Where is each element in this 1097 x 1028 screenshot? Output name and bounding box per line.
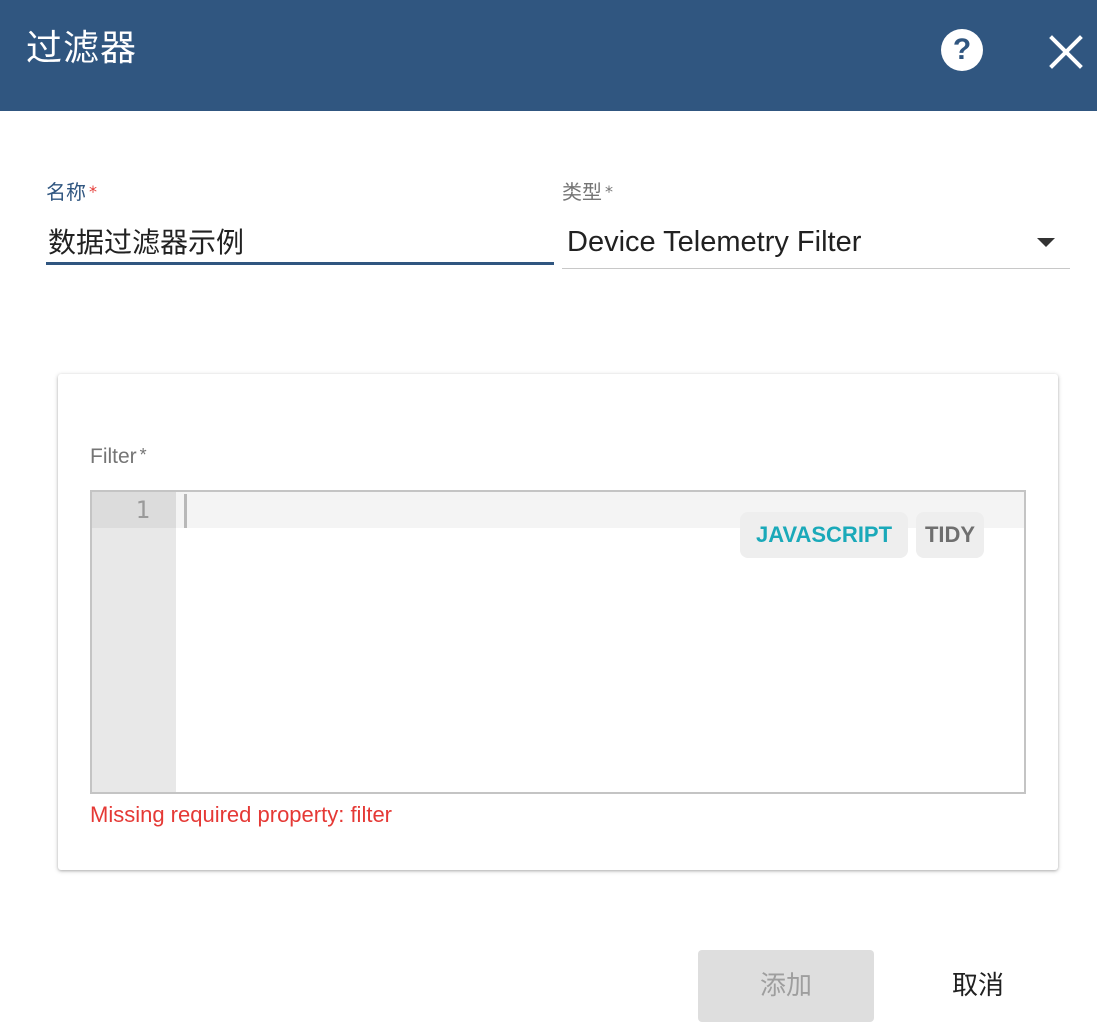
cancel-button[interactable]: 取消 — [900, 950, 1056, 1022]
name-field-label: 名称 * — [46, 178, 97, 206]
close-icon — [1049, 35, 1083, 69]
type-label-text: 类型 — [562, 180, 602, 204]
name-label-text: 名称 — [46, 180, 86, 204]
question-circle-icon: ? — [952, 33, 972, 66]
filter-label-text: Filter — [90, 445, 137, 468]
close-button[interactable] — [1046, 32, 1086, 72]
help-button[interactable]: ? — [941, 29, 983, 71]
name-input[interactable] — [46, 219, 554, 265]
add-button[interactable]: 添加 — [698, 950, 874, 1022]
required-asterisk: * — [605, 182, 613, 201]
line-number: 1 — [135, 496, 150, 524]
required-asterisk: * — [89, 182, 97, 201]
type-select[interactable]: Device Telemetry Filter — [562, 219, 1070, 269]
code-editor[interactable]: 1 JAVASCRIPT TIDY — [90, 490, 1026, 794]
text-cursor — [184, 494, 187, 528]
filter-field-label: Filter * — [90, 445, 147, 469]
type-selected-value: Device Telemetry Filter — [567, 226, 862, 258]
dropdown-arrow-icon — [1037, 238, 1055, 247]
dialog-title: 过滤器 — [26, 28, 138, 69]
filter-error-message: Missing required property: filter — [90, 802, 393, 827]
language-javascript-button[interactable]: JAVASCRIPT — [740, 512, 908, 558]
editor-gutter — [92, 492, 176, 792]
required-asterisk: * — [139, 445, 147, 465]
tidy-button[interactable]: TIDY — [916, 512, 984, 558]
dialog-header: 过滤器 ? — [0, 0, 1097, 111]
type-field-label: 类型 * — [562, 178, 613, 206]
filter-card: Filter * 1 JAVASCRIPT TIDY Missing requir… — [58, 374, 1058, 870]
